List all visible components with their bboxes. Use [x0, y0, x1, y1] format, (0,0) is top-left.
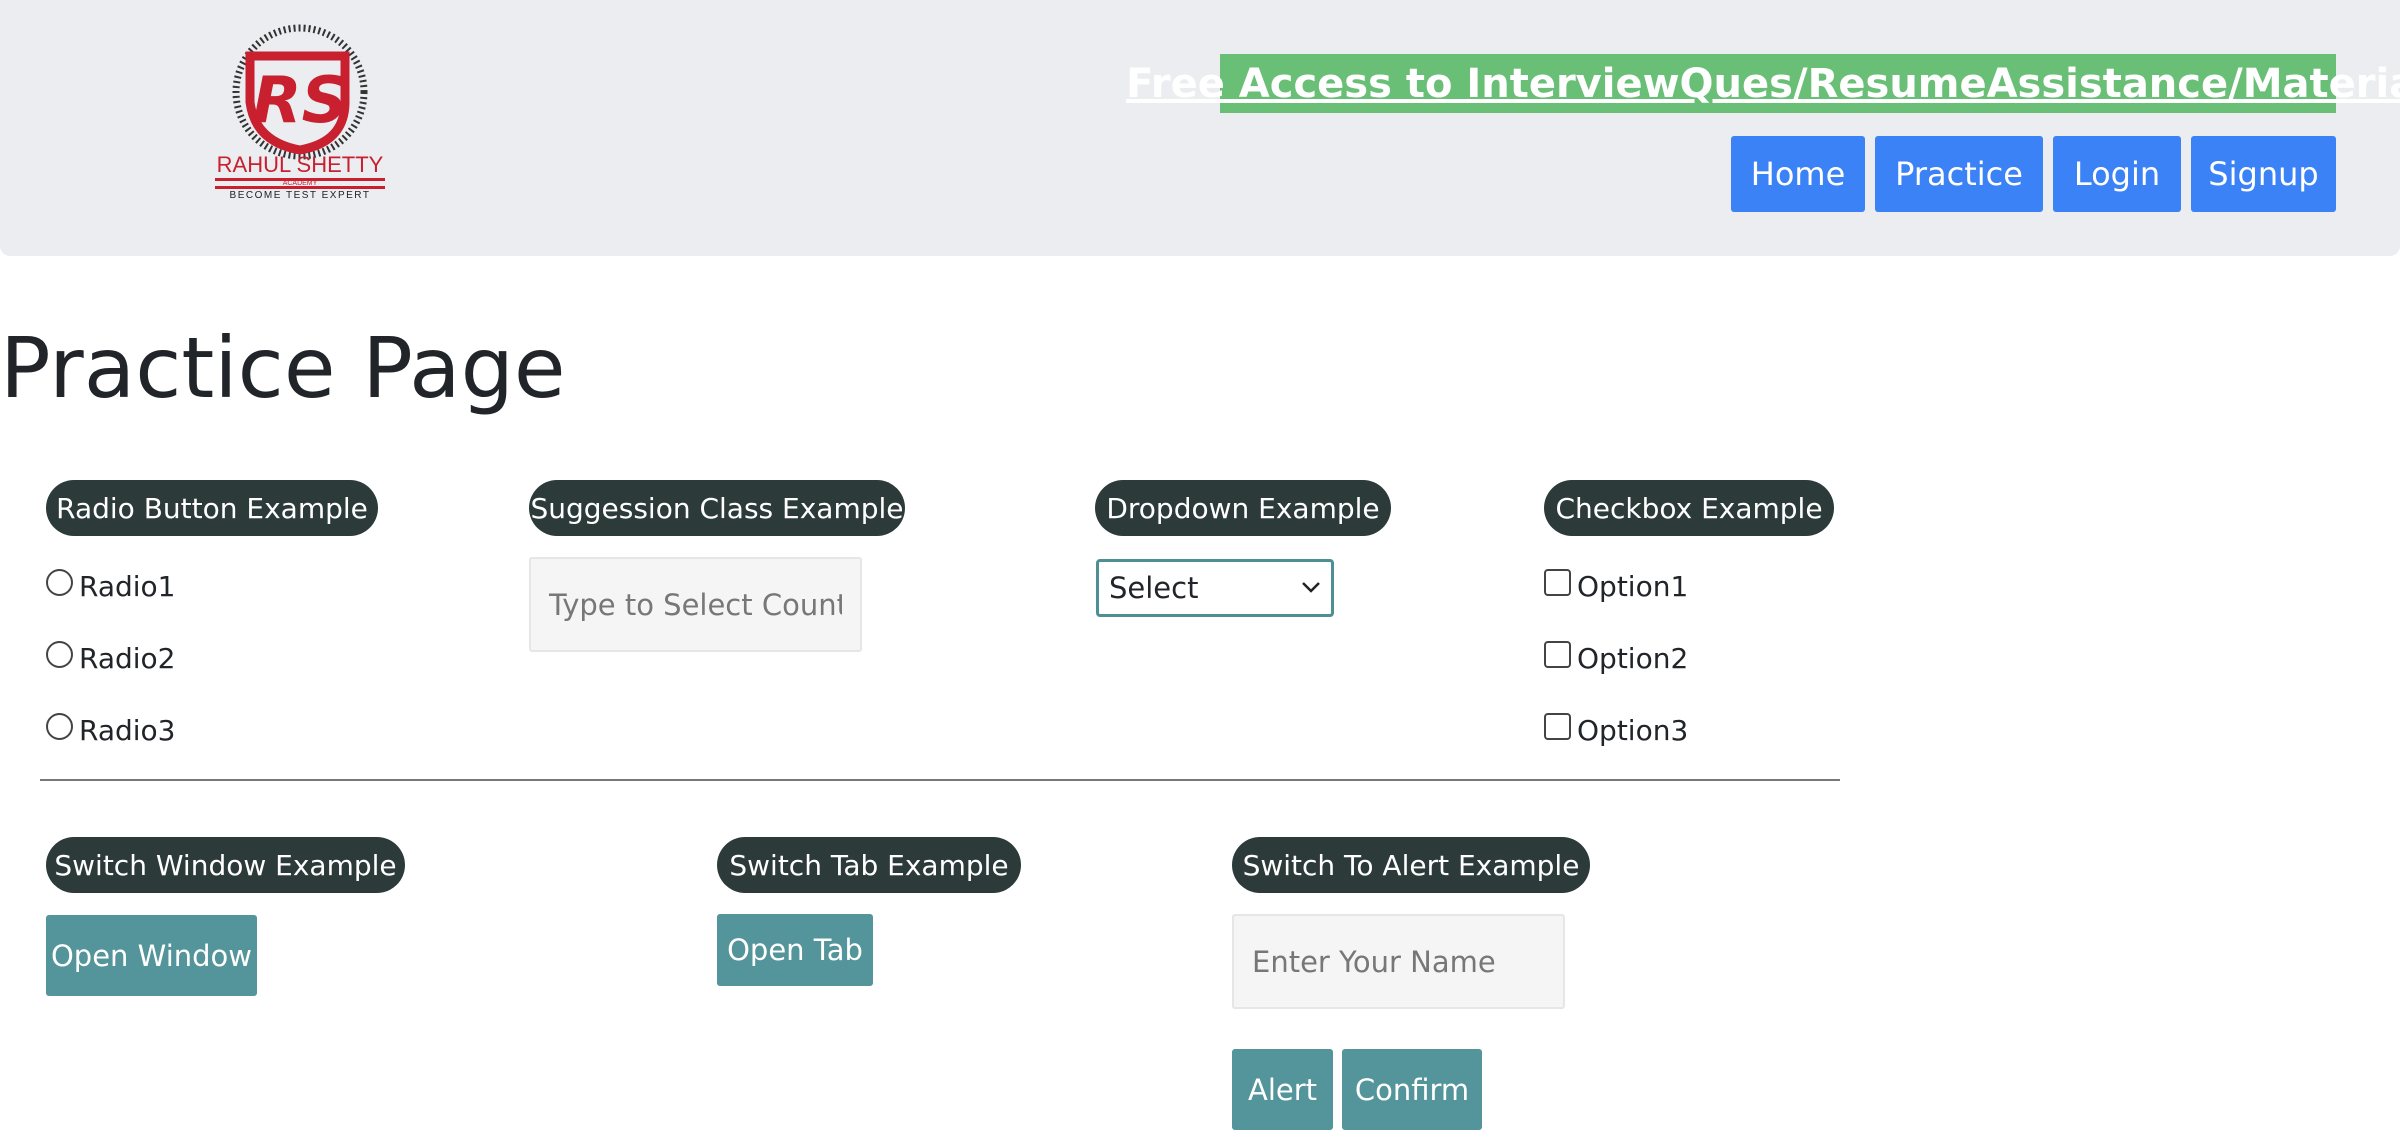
option1-label: Option1 — [1577, 569, 1689, 603]
open-tab-button[interactable]: Open Tab — [717, 914, 873, 986]
logo-line1: RAHUL SHETTY — [217, 152, 384, 177]
radio-option-1[interactable]: Radio1 — [46, 566, 176, 606]
open-window-button[interactable]: Open Window — [46, 915, 257, 996]
radio2-label: Radio2 — [79, 641, 176, 675]
radio1-label: Radio1 — [79, 569, 176, 603]
suggestion-section-title: Suggession Class Example — [529, 480, 905, 536]
option2-checkbox[interactable] — [1544, 640, 1571, 668]
page-title: Practice Page — [0, 319, 566, 417]
logo-line2: ACADEMY — [283, 180, 318, 187]
name-input[interactable] — [1232, 914, 1565, 1009]
checkbox-option-2[interactable]: Option2 — [1544, 638, 1688, 678]
alert-button[interactable]: Alert — [1232, 1049, 1333, 1130]
svg-text:RS: RS — [252, 64, 347, 138]
signup-button[interactable]: Signup — [2191, 136, 2336, 212]
radio-option-3[interactable]: Radio3 — [46, 710, 176, 750]
chevron-down-icon — [1302, 582, 1320, 593]
site-header: RS RAHUL SHETTY ACADEMY BECOME TEST EXPE… — [0, 0, 2400, 256]
alert-section-title: Switch To Alert Example — [1232, 837, 1590, 893]
radio2-input[interactable] — [46, 640, 73, 668]
login-button[interactable]: Login — [2053, 136, 2181, 212]
dropdown-section-title: Dropdown Example — [1095, 480, 1391, 536]
checkbox-section-title: Checkbox Example — [1544, 480, 1834, 536]
radio1-input[interactable] — [46, 568, 73, 596]
option3-checkbox[interactable] — [1544, 712, 1571, 740]
checkbox-option-3[interactable]: Option3 — [1544, 710, 1688, 750]
rahul-shetty-logo[interactable]: RS RAHUL SHETTY ACADEMY BECOME TEST EXPE… — [213, 24, 387, 200]
free-access-link[interactable]: Free Access to InterviewQues/ResumeAssis… — [1126, 54, 2400, 113]
section-divider — [40, 779, 1840, 781]
logo-line3: BECOME TEST EXPERT — [230, 190, 371, 200]
switch-tab-title: Switch Tab Example — [717, 837, 1021, 893]
option1-checkbox[interactable] — [1544, 568, 1571, 596]
confirm-button[interactable]: Confirm — [1342, 1049, 1482, 1130]
radio3-input[interactable] — [46, 712, 73, 740]
dropdown-select[interactable]: Select — [1096, 559, 1334, 617]
switch-window-title: Switch Window Example — [46, 837, 405, 893]
home-button[interactable]: Home — [1731, 136, 1865, 212]
radio-section-title: Radio Button Example — [46, 480, 378, 536]
option2-label: Option2 — [1577, 641, 1689, 675]
country-autocomplete-input[interactable] — [529, 557, 862, 652]
practice-button[interactable]: Practice — [1875, 136, 2043, 212]
checkbox-option-1[interactable]: Option1 — [1544, 566, 1688, 606]
dropdown-selected-value: Select — [1109, 571, 1199, 605]
radio3-label: Radio3 — [79, 713, 176, 747]
option3-label: Option3 — [1577, 713, 1689, 747]
radio-option-2[interactable]: Radio2 — [46, 638, 176, 678]
